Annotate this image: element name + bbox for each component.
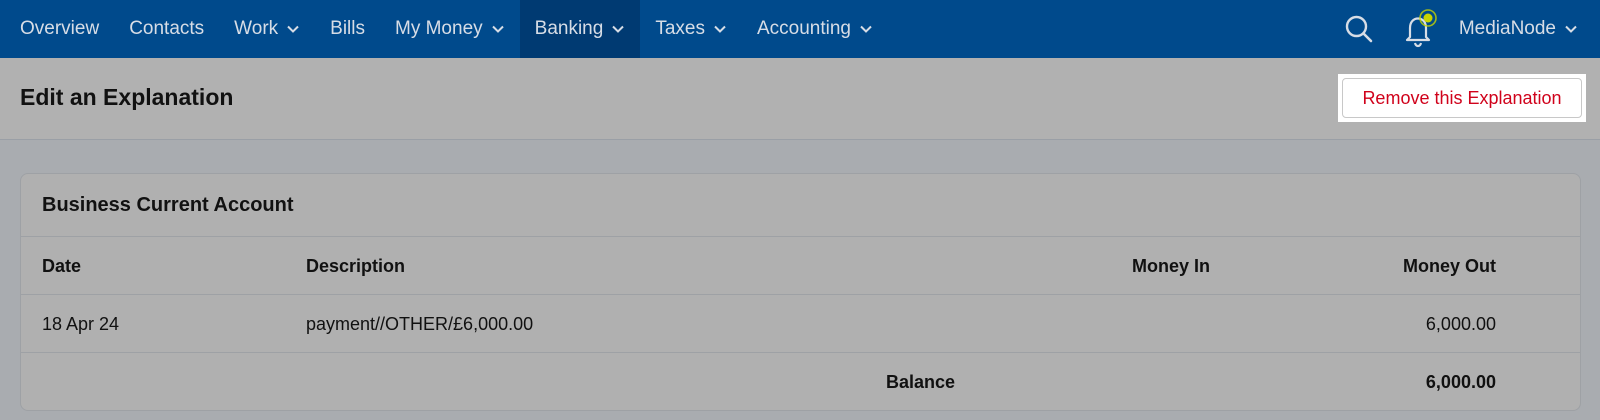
column-header-money-out: Money Out [1403,255,1496,276]
balance-label: Balance [885,371,955,392]
nav-work[interactable]: Work [219,0,315,58]
nav-label: My Money [395,18,483,39]
nav-my-money[interactable]: My Money [380,0,520,58]
nav-banking[interactable]: Banking [519,0,641,58]
nav-label: Overview [20,18,100,39]
balance-value: 6,000.00 [1425,371,1496,392]
top-navigation: Overview Contacts Work Bills My Money Ba… [0,0,1600,58]
nav-label: Work [234,18,279,39]
user-menu[interactable]: MediaNode [1449,0,1600,58]
transaction-date: 18 Apr 24 [42,313,120,334]
nav-label: Contacts [129,18,205,39]
notification-bell-icon [1405,9,1437,48]
account-card: Business Current Account Date Descriptio… [20,173,1581,411]
nav-taxes[interactable]: Taxes [640,0,742,58]
search-icon [1345,15,1373,43]
nav-label: Bills [330,18,365,39]
column-header-money-in: Money In [1131,255,1210,276]
transaction-money-out: 6,000.00 [1425,313,1496,334]
chevron-down-icon [714,25,726,33]
remove-button-highlight: Remove this Explanation [1338,74,1586,122]
page-header: Edit an Explanation Remove this Explanat… [0,58,1600,140]
remove-explanation-button[interactable]: Remove this Explanation [1342,78,1582,118]
column-header-date: Date [42,255,82,276]
notifications-button[interactable] [1389,0,1449,58]
column-header-description: Description [306,255,406,276]
nav-label: Taxes [655,18,705,39]
nav-right-group: MediaNode [1329,0,1600,58]
chevron-down-icon [1565,25,1577,33]
chevron-down-icon [287,25,299,33]
balance-row: Balance 6,000.00 [21,353,1580,410]
chevron-down-icon [491,25,504,33]
page-title: Edit an Explanation [20,84,234,110]
nav-label: Banking [534,18,604,39]
nav-label: Accounting [756,18,851,39]
nav-bills[interactable]: Bills [315,0,380,58]
table-row: 18 Apr 24 payment//OTHER/£6,000.00 6,000… [21,295,1580,353]
search-button[interactable] [1329,0,1389,58]
nav-accounting[interactable]: Accounting [742,0,888,58]
table-header-row: Date Description Money In Money Out [21,237,1580,295]
account-name: Business Current Account [21,174,1580,237]
nav-overview[interactable]: Overview [0,0,114,58]
chevron-down-icon [860,25,872,33]
transaction-description: payment//OTHER/£6,000.00 [306,313,534,334]
nav-contacts[interactable]: Contacts [114,0,219,58]
user-name: MediaNode [1458,18,1556,39]
chevron-down-icon [612,25,625,33]
